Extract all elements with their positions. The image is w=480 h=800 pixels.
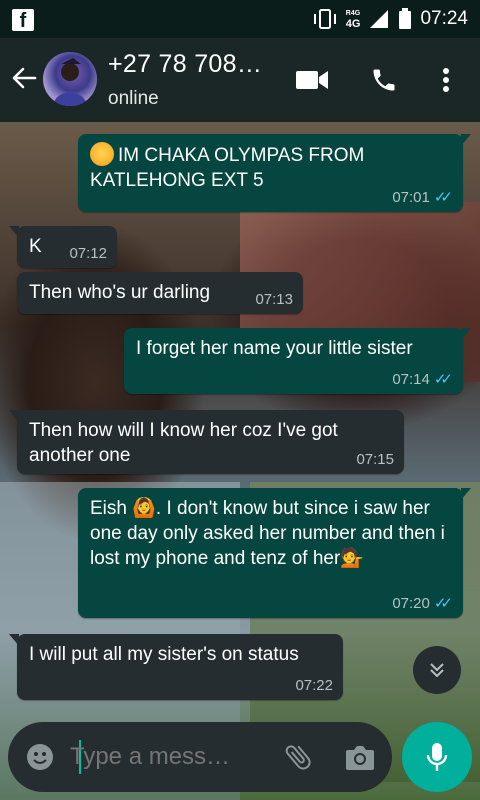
message-meta: 07:13	[255, 291, 293, 308]
back-arrow-icon[interactable]	[10, 64, 38, 92]
message-outgoing[interactable]: I forget her name your little sister 07:…	[124, 328, 471, 394]
message-time: 07:22	[295, 677, 333, 694]
message-incoming[interactable]: K 07:12	[9, 226, 117, 268]
message-text: Then who's ur darling	[29, 282, 211, 303]
microphone-icon	[426, 743, 448, 771]
bubble-tail	[461, 328, 471, 340]
phone-icon	[373, 69, 395, 91]
bubble-tail	[461, 488, 471, 500]
chat-area[interactable]: IM CHAKA OLYMPAS FROM KATLEHONG EXT 5 07…	[0, 122, 480, 800]
message-text: IM CHAKA OLYMPAS FROM KATLEHONG EXT 5	[90, 145, 365, 191]
message-time: 07:13	[255, 291, 293, 308]
contact-name[interactable]: +27 78 708…	[108, 50, 262, 79]
video-camera-icon	[296, 71, 328, 89]
message-time: 07:14	[392, 370, 430, 388]
read-ticks-icon: ✓✓	[433, 189, 453, 206]
status-indicators: R4G 4G 07:24	[312, 6, 468, 32]
scroll-to-bottom-button[interactable]	[413, 646, 461, 694]
bubble-tail	[9, 634, 19, 646]
more-options-button[interactable]	[428, 62, 464, 98]
clock: 07:24	[420, 8, 468, 29]
network-type-label: 4G	[345, 18, 361, 30]
message-text: Then how will I know her coz I've got an…	[29, 420, 338, 466]
message-meta: 07:12	[69, 245, 107, 262]
bubble-tail	[9, 410, 19, 422]
message-time: 07:20	[392, 594, 430, 612]
message-incoming[interactable]: Then how will I know her coz I've got an…	[9, 410, 404, 474]
vibrate-icon	[313, 9, 336, 29]
message-time: 07:01	[392, 188, 430, 206]
camera-icon[interactable]	[344, 742, 376, 772]
message-incoming[interactable]: Then who's ur darling 07:13	[17, 272, 303, 314]
message-text: K	[29, 236, 42, 257]
message-text: I forget her name your little sister	[136, 338, 413, 359]
message-meta: 07:14 ✓✓	[392, 370, 453, 389]
signal-icon	[370, 10, 389, 28]
read-ticks-icon: ✓✓	[433, 371, 453, 388]
message-composer	[8, 722, 392, 792]
more-vert-icon	[443, 68, 449, 92]
message-meta: 07:01 ✓✓	[392, 188, 453, 207]
bubble-tail	[461, 134, 471, 146]
double-chevron-down-icon	[430, 663, 444, 678]
facebook-notification-icon: f	[12, 9, 34, 32]
network-type: R4G 4G	[345, 9, 361, 30]
read-ticks-icon: ✓✓	[433, 595, 453, 612]
message-time: 07:12	[69, 245, 107, 262]
voice-call-button[interactable]	[366, 62, 402, 98]
emoji-icon[interactable]	[26, 743, 54, 771]
message-incoming[interactable]: I will put all my sister's on status 07:…	[9, 634, 343, 700]
attach-icon[interactable]	[282, 741, 314, 773]
smiling-face-emoji	[90, 142, 114, 166]
message-input[interactable]	[70, 736, 270, 778]
status-bar: f R4G 4G 07:24	[0, 0, 480, 38]
bubble-tail	[9, 226, 19, 238]
voice-message-button[interactable]	[402, 722, 472, 792]
message-text: Eish 🙆. I don't know but since i saw her…	[90, 498, 445, 569]
message-outgoing[interactable]: Eish 🙆. I don't know but since i saw her…	[78, 488, 471, 618]
message-time: 07:15	[356, 451, 394, 468]
message-meta: 07:15	[356, 451, 394, 468]
message-meta: 07:22	[295, 677, 333, 694]
battery-icon	[399, 8, 412, 29]
message-meta: 07:20 ✓✓	[392, 594, 453, 613]
message-outgoing[interactable]: IM CHAKA OLYMPAS FROM KATLEHONG EXT 5 07…	[78, 134, 471, 212]
avatar-image	[53, 58, 87, 106]
message-text: I will put all my sister's on status	[29, 644, 299, 665]
contact-status: online	[108, 88, 159, 109]
chat-header: +27 78 708… online	[0, 38, 480, 122]
video-call-button[interactable]	[294, 62, 330, 98]
contact-avatar[interactable]	[43, 52, 97, 106]
